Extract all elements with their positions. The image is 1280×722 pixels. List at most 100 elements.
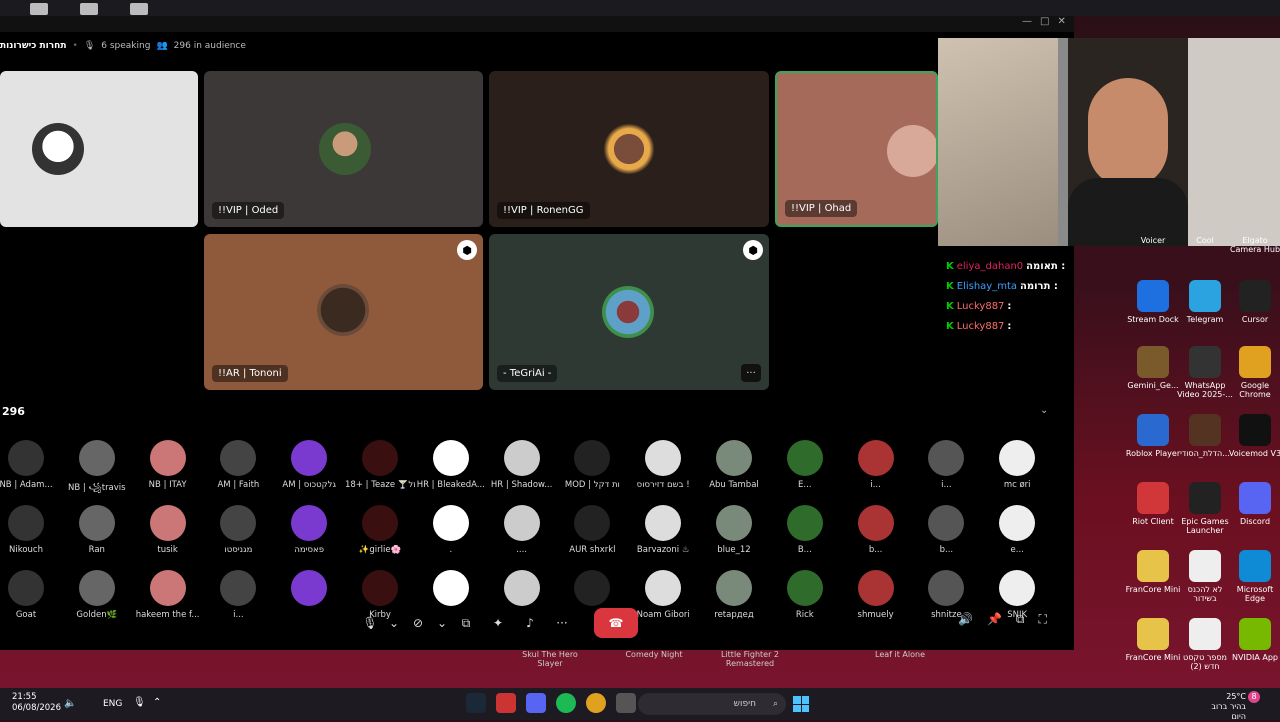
disconnect-button[interactable]: ☎: [594, 608, 638, 638]
audience-member[interactable]: i...: [911, 440, 981, 490]
language-indicator[interactable]: ENG: [103, 699, 122, 709]
desktop-shortcut[interactable]: Discord: [1226, 482, 1280, 526]
chevron-up-icon[interactable]: ⌃: [153, 697, 161, 708]
desktop-shortcut[interactable]: Stream Dock: [1124, 280, 1182, 324]
audience-member[interactable]: shmuely: [841, 570, 911, 620]
audience-member[interactable]: ....: [487, 505, 557, 555]
fullscreen-icon[interactable]: ⛶: [1038, 612, 1046, 627]
stage-tile-speaking[interactable]: !!VIP | Ohad: [775, 71, 938, 227]
audience-member[interactable]: blue_12: [699, 505, 769, 555]
audience-member[interactable]: NB | ꧁travis: [62, 440, 132, 498]
audience-member[interactable]: i...: [841, 440, 911, 490]
desktop-shortcut[interactable]: FranCore Mini: [1124, 550, 1182, 594]
audience-member[interactable]: b...: [841, 505, 911, 555]
stage-tile[interactable]: [0, 71, 198, 227]
audience-member[interactable]: HR | BleakedA...: [416, 440, 486, 490]
desktop-shortcut-label[interactable]: Little Fighter 2 Remastered: [720, 650, 780, 668]
desktop-shortcut[interactable]: Roblox Player: [1124, 414, 1182, 458]
desktop-shortcut[interactable]: Voicemod V3: [1226, 414, 1280, 458]
desktop-shortcut[interactable]: Cursor: [1226, 280, 1280, 324]
audience-member[interactable]: HR | Shadow...: [487, 440, 557, 490]
discord-icon[interactable]: [526, 693, 546, 713]
audience-member[interactable]: בשם דזירסוס !: [628, 440, 698, 490]
chrome-icon[interactable]: [586, 693, 606, 713]
steam-icon[interactable]: [466, 693, 486, 713]
weather-widget[interactable]: 25°C בהיר ברוב היום: [1200, 692, 1246, 722]
desktop-shortcut[interactable]: Microsoft Edge: [1226, 550, 1280, 603]
mic-icon[interactable]: 🎙: [133, 697, 146, 708]
app-icon[interactable]: [496, 693, 516, 713]
stage-tile[interactable]: ⬢ - TeGriAi - ···: [489, 234, 769, 390]
audience-member[interactable]: NB | ITAY: [133, 440, 203, 490]
windows-start-icon[interactable]: [793, 696, 809, 712]
audience-member[interactable]: e...: [982, 505, 1052, 555]
search-box[interactable]: חיפוש ⌕: [638, 693, 786, 715]
audience-member[interactable]: Barvazoni ♨: [628, 505, 698, 555]
more-options-button[interactable]: ···: [741, 364, 761, 382]
audience-member[interactable]: Rick: [770, 570, 840, 620]
soundboard-icon[interactable]: ♪: [517, 610, 543, 636]
close-icon[interactable]: ✕: [1057, 16, 1065, 30]
screen-share-icon[interactable]: ⧉: [453, 610, 479, 636]
desktop-shortcut-label[interactable]: Comedy Night: [624, 650, 684, 659]
activity-icon[interactable]: ✦: [485, 610, 511, 636]
chat-username[interactable]: Elishay_mta: [957, 281, 1017, 292]
stage-tile[interactable]: !!VIP | RonenGG: [489, 71, 769, 227]
chat-username[interactable]: eliya_dahan0: [957, 261, 1023, 272]
camera-off-icon[interactable]: ⊘: [405, 610, 431, 636]
more-icon[interactable]: ···: [549, 610, 575, 636]
volume-icon[interactable]: 🔈: [64, 698, 76, 709]
stage-tile[interactable]: !!VIP | Oded: [204, 71, 483, 227]
file-explorer-icon[interactable]: [616, 693, 636, 713]
audience-member[interactable]: Abu Tambal: [699, 440, 769, 490]
audience-member[interactable]: Goat: [0, 570, 61, 620]
desktop-shortcut[interactable]: Voicer: [1124, 236, 1182, 245]
desktop-shortcut[interactable]: NVIDIA App: [1226, 618, 1280, 662]
audience-member[interactable]: Ran: [62, 505, 132, 555]
audience-member[interactable]: פאסימה: [274, 505, 344, 555]
audience-member[interactable]: [274, 570, 344, 610]
desktop-shortcut[interactable]: Riot Client: [1124, 482, 1182, 526]
desktop-shortcut[interactable]: Google Chrome: [1226, 346, 1280, 399]
audience-member[interactable]: hakeem the f...: [133, 570, 203, 620]
chevron-down-icon[interactable]: ⌄: [437, 610, 447, 636]
audience-member[interactable]: AM | גלקטכוס: [274, 440, 344, 490]
stage-tile[interactable]: ⬢ !!AR | Tononi: [204, 234, 483, 390]
notification-badge[interactable]: 8: [1248, 691, 1260, 703]
desktop-file-icon[interactable]: [30, 3, 48, 15]
chevron-down-icon[interactable]: ⌄: [1040, 405, 1048, 416]
audience-member[interactable]: tusik: [133, 505, 203, 555]
clock[interactable]: 21:55 06/08/2026: [12, 692, 61, 714]
mic-icon[interactable]: 🎙: [357, 610, 383, 636]
pin-icon[interactable]: 📌: [987, 612, 1002, 627]
audience-member[interactable]: i...: [203, 570, 273, 620]
audience-member[interactable]: retapдед: [699, 570, 769, 620]
audience-member[interactable]: Golden🌿: [62, 570, 132, 620]
audience-member[interactable]: b...: [911, 505, 981, 555]
volume-icon[interactable]: 🔊: [958, 612, 973, 627]
popout-icon[interactable]: ⧉: [1016, 612, 1025, 627]
minimize-icon[interactable]: —: [1022, 16, 1032, 30]
chat-username[interactable]: Lucky887: [957, 321, 1005, 332]
audience-member[interactable]: מגניסטו: [203, 505, 273, 555]
desktop-file-icon[interactable]: [80, 3, 98, 15]
desktop-shortcut[interactable]: Elgato Camera Hub: [1226, 236, 1280, 254]
audience-member[interactable]: ✨girlie🌸: [345, 505, 415, 555]
audience-member[interactable]: [487, 570, 557, 610]
audience-member[interactable]: E...: [770, 440, 840, 490]
audience-member[interactable]: B...: [770, 505, 840, 555]
desktop-shortcut-label[interactable]: Skul The Hero Slayer: [520, 650, 580, 668]
desktop-file-icon[interactable]: [130, 3, 148, 15]
desktop-shortcut[interactable]: FranCore Mini: [1124, 618, 1182, 662]
audience-member[interactable]: .: [416, 505, 486, 555]
audience-member[interactable]: [557, 570, 627, 610]
audience-member[interactable]: [416, 570, 486, 610]
chat-username[interactable]: Lucky887: [957, 301, 1005, 312]
audience-member[interactable]: Nikouch: [0, 505, 61, 555]
desktop-shortcut[interactable]: Gemini_Ge...: [1124, 346, 1182, 390]
audience-member[interactable]: MOD | ות דקל: [557, 440, 627, 490]
audience-member[interactable]: NB | Adam...: [0, 440, 61, 490]
audience-member[interactable]: 18+ | Teaze 🍸יזל: [345, 440, 415, 490]
audience-member[interactable]: AM | Faith: [203, 440, 273, 490]
maximize-icon[interactable]: □: [1040, 16, 1049, 30]
